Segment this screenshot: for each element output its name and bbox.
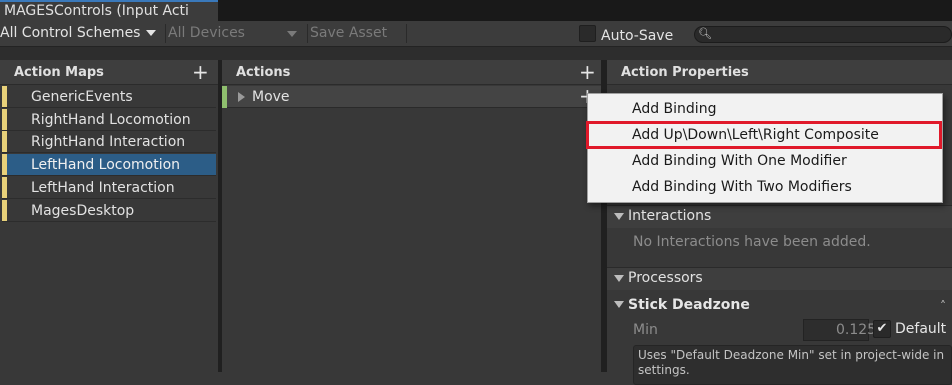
action-map-item[interactable]: GenericEvents [2,86,216,108]
action-map-label: MagesDesktop [31,202,135,219]
devices-dropdown[interactable]: All Devices [168,21,304,46]
action-map-label: RightHand Locomotion [31,111,191,128]
action-map-color-bar [2,154,7,176]
action-map-color-bar [2,108,7,130]
triangle-down-icon [614,275,624,282]
action-color-bar [222,86,227,108]
stick-deadzone-label: Stick Deadzone [628,297,750,313]
menu-item-add-binding[interactable]: Add Binding [632,101,716,117]
toolbar-divider [165,24,166,43]
min-label: Min [633,322,658,338]
checkmark-icon: ✔ [876,321,888,336]
search-icon: 🔍︎ [698,27,712,40]
autosave-label: Auto-Save [601,28,674,44]
properties-title: Action Properties [621,65,749,80]
add-map-button[interactable]: + [192,61,209,83]
actions-header: Actions + [222,60,601,85]
deadzone-help-box: Uses "Default Deadzone Min" set in proje… [633,345,952,385]
action-map-color-bar [2,199,7,221]
autosave-checkbox[interactable] [579,25,596,42]
action-maps-header: Action Maps + [0,60,218,85]
add-action-button[interactable]: + [579,61,596,83]
action-map-item[interactable]: LeftHand Interaction [2,176,216,199]
min-value-field[interactable]: 0.125 [803,319,876,341]
properties-header: Action Properties [607,60,952,85]
default-checkbox[interactable]: ✔ [873,320,891,338]
action-map-label: GenericEvents [31,89,133,105]
interactions-label: Interactions [628,208,712,224]
action-maps-title: Action Maps [14,65,104,80]
actions-title: Actions [236,65,291,80]
action-map-label: RightHand Interaction [31,134,186,151]
action-map-color-bar [2,176,7,198]
toolbar-panel-gap [0,47,952,60]
save-asset-button[interactable]: Save Asset [310,21,405,46]
help-line: settings. [638,363,690,377]
devices-label: All Devices [168,25,245,41]
chevron-down-icon [287,31,297,37]
menu-item-add-one-modifier[interactable]: Add Binding With One Modifier [632,153,847,169]
window-tab-title: MAGESControls (Input Acti [4,3,189,19]
chevron-up-icon[interactable]: ˄ [940,299,946,313]
toolbar-divider [406,24,407,43]
action-map-color-bar [2,131,7,153]
processors-label: Processors [628,270,703,286]
action-map-item[interactable]: RightHand Locomotion [2,108,216,131]
search-input[interactable] [694,26,952,43]
chevron-down-icon [146,30,157,36]
control-schemes-label: All Control Schemes [0,25,141,41]
triangle-down-icon [614,213,624,220]
action-map-label: LeftHand Interaction [31,179,175,196]
window-tab[interactable]: MAGESControls (Input Acti [0,0,218,21]
action-map-color-bar [2,86,7,107]
highlight-box [586,121,942,149]
action-map-item[interactable]: MagesDesktop [2,199,216,222]
triangle-down-icon[interactable] [614,301,624,308]
action-map-label: LeftHand Locomotion [31,157,181,174]
action-map-item[interactable]: LeftHand Locomotion [2,154,216,177]
control-schemes-dropdown[interactable]: All Control Schemes [0,21,163,46]
action-map-item[interactable]: RightHand Interaction [2,131,216,154]
menu-item-add-two-modifiers[interactable]: Add Binding With Two Modifiers [632,179,852,195]
action-label: Move [252,89,290,105]
help-line: Uses "Default Deadzone Min" set in proje… [638,348,945,362]
toolbar-divider [307,24,308,43]
no-interactions-text: No Interactions have been added. [633,234,871,250]
default-label: Default [895,321,947,337]
triangle-right-icon[interactable] [238,92,245,102]
